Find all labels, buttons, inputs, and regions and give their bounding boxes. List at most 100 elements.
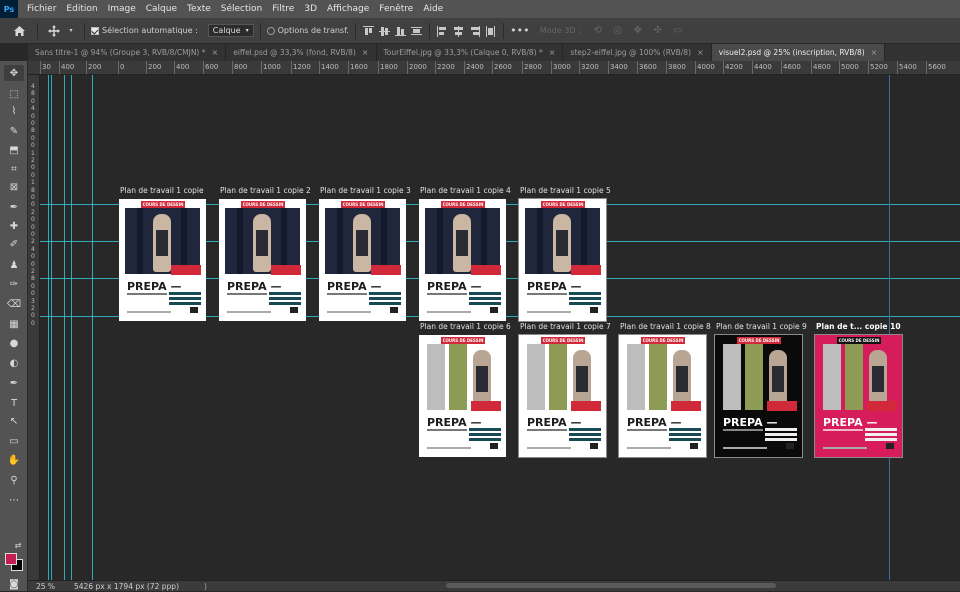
document-tab[interactable]: Sans titre-1 @ 94% (Groupe 3, RVB/8/CMJN… [28,44,227,61]
ruler-label: 4000 [697,63,715,71]
artboard-icon[interactable]: ⬚ [4,86,24,102]
align-bottom-icon[interactable] [394,25,407,37]
gradient-icon[interactable]: ▦ [4,316,24,332]
healing-brush-icon[interactable]: ✚ [4,218,24,234]
artboard-label[interactable]: Plan de travail 1 copie 8 [620,322,711,331]
menu-item[interactable]: Image [103,0,141,18]
menu-item[interactable]: Aide [418,0,448,18]
document-tab[interactable]: TourEiffel.jpg @ 33,3% (Calque 0, RVB/8)… [377,44,564,61]
zoom-level[interactable]: 25 % [28,582,68,591]
chevron-down-icon[interactable]: ▾ [67,24,75,38]
distribute-horizontal-icon[interactable] [484,25,497,37]
menu-item[interactable]: Edition [61,0,102,18]
poster-info-bar [765,428,797,431]
menu-item[interactable]: Sélection [216,0,267,18]
ruler-horizontal[interactable]: 30 400 200 0 200 400 600 800 1000 1200 1400 1600 180… [28,61,960,75]
document-tab[interactable]: step2-eiffel.jpg @ 100% (RVB/8) × [563,44,712,61]
align-top-icon[interactable] [362,25,375,37]
canvas-area[interactable]: Plan de travail 1 copie COURS DE DESSIN PR… [40,75,960,580]
artboard-label[interactable]: Plan de travail 1 copie 5 [520,186,611,195]
auto-select-checkbox[interactable] [91,26,99,35]
quick-select-icon[interactable]: ⬒ [4,142,24,158]
layer-select-value: Calque [212,26,241,35]
document-tab[interactable]: eiffel.psd @ 33,3% (fond, RVB/8) × [226,44,377,61]
artboard[interactable]: COURS DE DESSIN PREPA — [618,334,707,458]
layer-select-dropdown[interactable]: Calque ▾ [207,24,254,37]
quick-mask-icon[interactable]: ◙ [4,576,24,592]
transform-controls-checkbox[interactable] [266,26,275,35]
artboard[interactable]: COURS DE DESSIN PREPA — [219,199,306,321]
artboard[interactable]: COURS DE DESSIN PREPA — [518,334,607,458]
poster-date-tag [867,401,897,411]
zoom-icon[interactable]: ⚲ [4,472,24,488]
menu-item[interactable]: Fenêtre [374,0,418,18]
document-tab[interactable]: visuel2.psd @ 25% (inscription, RVB/8) × [711,44,886,61]
pen-icon[interactable]: ✒ [4,375,24,391]
artboard[interactable]: COURS DE DESSIN PREPA — [518,198,607,322]
artwork-sketch-color [745,344,763,410]
frame-icon[interactable]: ⊠ [4,179,24,195]
blur-icon[interactable]: ● [4,335,24,351]
divider [84,22,85,39]
artboard[interactable]: COURS DE DESSIN PREPA — [714,334,803,458]
ruler-tick [637,61,638,74]
artboard-label[interactable]: Plan de travail 1 copie 6 [420,322,511,331]
lasso-icon[interactable]: ✎ [4,123,24,139]
menu-item[interactable]: 3D [299,0,322,18]
close-icon[interactable]: × [871,48,878,57]
close-icon[interactable]: × [362,48,369,57]
artwork-sketch [823,344,841,410]
move-tool-icon[interactable] [47,24,61,38]
hand-icon[interactable]: ✋ [4,452,24,468]
menu-item[interactable]: Fichier [22,0,61,18]
marquee-icon[interactable]: ⌇ [4,103,24,119]
close-icon[interactable]: × [697,48,704,57]
home-icon[interactable] [10,24,28,38]
horizontal-scrollbar[interactable] [446,583,776,588]
eyedropper-icon[interactable]: ✒ [4,199,24,215]
swap-colors-icon[interactable]: ⇄ [8,537,28,553]
status-menu-arrow[interactable]: ) [204,582,214,591]
poster-banner: COURS DE DESSIN [441,337,485,344]
close-icon[interactable]: × [549,48,556,57]
dodge-icon[interactable]: ◐ [4,355,24,371]
artboard[interactable]: COURS DE DESSIN PREPA — [814,334,903,458]
artboard-label[interactable]: Plan de travail 1 copie 4 [420,186,511,195]
ruler-tick [522,61,523,74]
more-options-icon[interactable]: ••• [510,24,529,38]
align-left-icon[interactable] [436,25,449,37]
artboard[interactable]: COURS DE DESSIN PREPA — [419,335,506,457]
distribute-vertical-icon[interactable] [410,25,423,37]
artboard-label[interactable]: Plan de travail 1 copie 9 [716,322,807,331]
menu-item[interactable]: Calque [141,0,182,18]
menu-item[interactable]: Affichage [322,0,374,18]
artboard[interactable]: COURS DE DESSIN PREPA — [119,199,206,321]
artboard-label[interactable]: Plan de travail 1 copie 3 [320,186,411,195]
path-select-icon[interactable]: ↖ [4,413,24,429]
align-vcenter-icon[interactable] [378,25,391,37]
poster-logo [886,443,894,449]
shape-icon[interactable]: ▭ [4,433,24,449]
align-hcenter-icon[interactable] [452,25,465,37]
artboard-label[interactable]: Plan de travail 1 copie [120,186,204,195]
type-icon[interactable]: T [4,395,24,411]
clone-stamp-icon[interactable]: ♟ [4,257,24,273]
align-right-icon[interactable] [468,25,481,37]
menu-item[interactable]: Filtre [267,0,299,18]
brush-icon[interactable]: ✐ [4,236,24,252]
artboard-label[interactable]: Plan de t... copie 10 [816,322,901,331]
ruler-vertical[interactable]: 480400800120018002000240028003200 [28,75,40,580]
eraser-icon[interactable]: ⌫ [4,296,24,312]
menu-item[interactable]: Texte [182,0,216,18]
poster-logo [786,443,794,449]
artboard[interactable]: COURS DE DESSIN PREPA — [419,199,506,321]
artboard-label[interactable]: Plan de travail 1 copie 2 [220,186,311,195]
mores-icon[interactable]: ⋯ [4,492,24,508]
move-icon[interactable]: ✥ [4,65,24,81]
close-icon[interactable]: × [212,48,219,57]
artboard[interactable]: COURS DE DESSIN PREPA — [319,199,406,321]
history-brush-icon[interactable]: ✑ [4,276,24,292]
artboard-label[interactable]: Plan de travail 1 copie 7 [520,322,611,331]
crop-icon[interactable]: ⌗ [4,161,24,177]
foreground-color-swatch[interactable] [5,553,17,565]
